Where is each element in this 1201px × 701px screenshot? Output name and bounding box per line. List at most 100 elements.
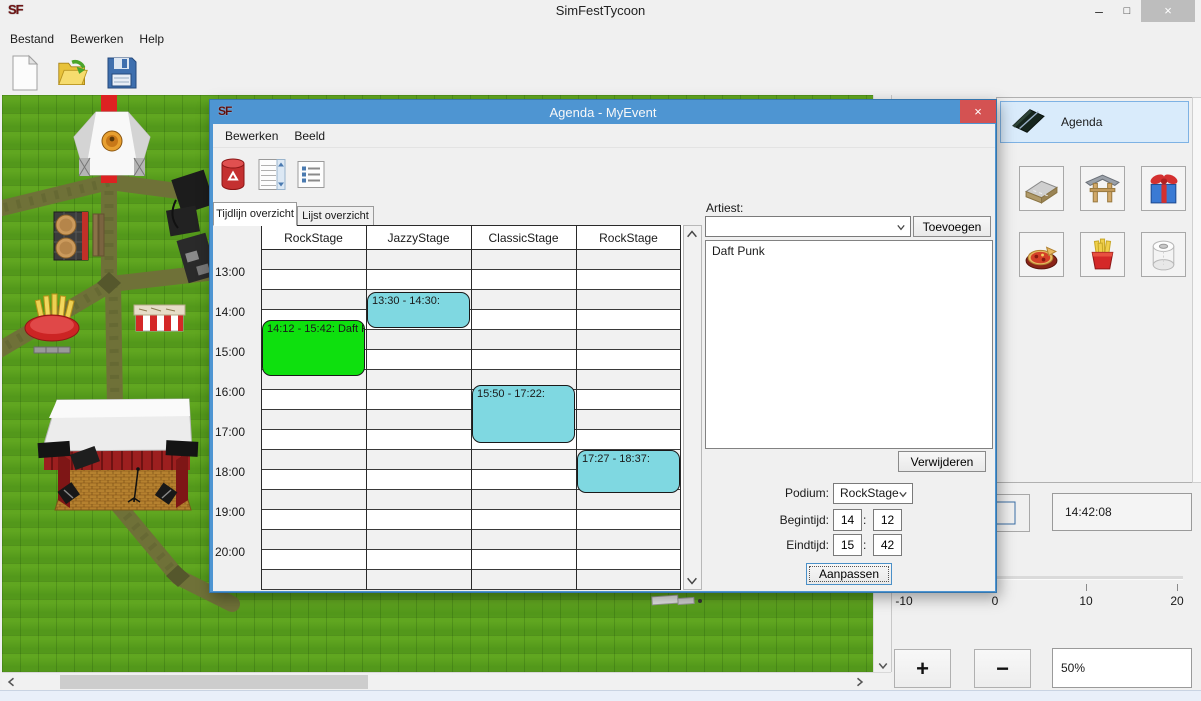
shop-item-button-gate[interactable]: [1080, 166, 1125, 211]
shop-item-button-road-tile[interactable]: [1019, 166, 1064, 211]
schedule-event[interactable]: 13:30 - 14:30:: [367, 292, 470, 328]
end-minute-input[interactable]: [873, 534, 902, 556]
grid-column-line: [576, 225, 577, 590]
schedule-event[interactable]: 15:50 - 17:22:: [472, 385, 575, 442]
shop-item-button-fries[interactable]: [1080, 232, 1125, 277]
grid-column-line: [366, 225, 367, 590]
schedule-scrollbar[interactable]: [683, 225, 702, 590]
map-fries-stand: [25, 294, 79, 353]
close-button[interactable]: ×: [1141, 0, 1195, 22]
begin-hour-input[interactable]: [833, 509, 862, 531]
tab-tijdlijn-overzicht[interactable]: Tijdlijn overzicht: [213, 202, 297, 226]
end-hour-input[interactable]: [833, 534, 862, 556]
menu-item-help[interactable]: Help: [131, 29, 172, 49]
chevron-down-icon: [898, 490, 908, 498]
sidebar-scrollbar[interactable]: [1192, 97, 1201, 483]
grid-column-line: [680, 225, 681, 590]
map-horizontal-scrollbar[interactable]: [2, 672, 891, 690]
shop-item-button-toilet-paper[interactable]: [1141, 232, 1186, 277]
podium-combobox-value: RockStage: [840, 486, 899, 500]
slider-tick-label: 20: [1170, 594, 1183, 608]
time-separator: :: [863, 513, 866, 527]
chevron-down-icon: [896, 223, 906, 231]
begin-time-label: Begintijd:: [751, 513, 829, 527]
schedule-layer: 13:30 - 14:30:14:12 - 15:42: Daft Punk 15…: [213, 225, 702, 590]
minimize-button[interactable]: –: [1085, 0, 1113, 22]
toolbar-button-save-icon[interactable]: [102, 52, 140, 94]
new-document-icon: [9, 54, 41, 92]
podium-combobox[interactable]: RockStage: [833, 483, 913, 504]
status-bar: [0, 690, 1201, 701]
scrollbar-thumb[interactable]: [60, 675, 368, 689]
scroll-left-icon[interactable]: [4, 674, 20, 690]
scroll-down-icon[interactable]: [684, 572, 700, 588]
dialog-menubar: BewerkenBeeld: [213, 124, 995, 148]
dialog-tabs: Tijdlijn overzichtLijst overzicht: [213, 202, 613, 226]
menu-item-bestand[interactable]: Bestand: [2, 29, 62, 49]
dialog-menu-item-bewerken[interactable]: Bewerken: [217, 126, 286, 146]
scroll-down-icon[interactable]: [875, 657, 891, 673]
apply-button[interactable]: Aanpassen: [806, 563, 892, 585]
menu-item-bewerken[interactable]: Bewerken: [62, 29, 131, 49]
maximize-button[interactable]: □: [1113, 0, 1141, 22]
slider-tick-label: 10: [1079, 594, 1092, 608]
artist-list-item[interactable]: Daft Punk: [710, 243, 988, 259]
sidebar-item-grid: [1019, 166, 1186, 277]
artist-listbox[interactable]: Daft Punk: [705, 240, 993, 449]
slider-tick: [1086, 584, 1087, 591]
end-time-label: Eindtijd:: [751, 538, 829, 552]
agenda-dialog: SF Agenda - MyEvent × BewerkenBeeld Tijd…: [209, 99, 997, 593]
map-burger-stand: [54, 212, 104, 260]
toolbar-button-open-folder-icon[interactable]: [54, 52, 92, 94]
list-view-icon: [297, 157, 325, 192]
schedule-event[interactable]: 14:12 - 15:42: Daft Punk: [262, 320, 365, 376]
shop-item-button-gift[interactable]: [1141, 166, 1186, 211]
zoom-in-button[interactable]: +: [894, 649, 951, 688]
begin-minute-input[interactable]: [873, 509, 902, 531]
slider-tick-label: 0: [992, 594, 999, 608]
sidebar-item-label: Agenda: [1061, 115, 1102, 129]
agenda-icon-slot: [1001, 105, 1047, 140]
dialog-toolbar: [213, 150, 995, 198]
dialog-title: Agenda - MyEvent: [210, 105, 996, 120]
delete-icon: [219, 157, 247, 192]
road-tile-icon: [1023, 170, 1060, 207]
main-titlebar: SF SimFestTycoon – □ ×: [0, 0, 1201, 22]
dialog-toolbar-button-delete-icon[interactable]: [217, 154, 249, 194]
zoom-out-button[interactable]: −: [974, 649, 1031, 688]
remove-artist-button[interactable]: Verwijderen: [898, 451, 986, 472]
toolbar-button-new-document-icon[interactable]: [6, 52, 44, 94]
fries-icon: [1084, 236, 1121, 273]
slider-tick-label: -10: [895, 594, 912, 608]
build-tools-group: [996, 97, 1193, 483]
schedule-event[interactable]: 17:27 - 18:37:: [577, 450, 680, 493]
map-tent: [74, 112, 150, 176]
map-striped-stand: [134, 305, 185, 331]
map-bench: [652, 595, 702, 605]
dialog-body: BewerkenBeeld Tijdlijn overzichtLijst ov…: [213, 124, 995, 591]
scroll-right-icon[interactable]: [851, 674, 867, 690]
timeline-view-icon: [258, 157, 286, 192]
pizza-icon: [1023, 236, 1060, 273]
dialog-close-button[interactable]: ×: [960, 100, 996, 123]
agenda-book-icon: [1009, 105, 1047, 137]
save-icon: [105, 54, 137, 92]
gate-icon: [1084, 170, 1121, 207]
add-artist-button[interactable]: Toevoegen: [913, 216, 991, 237]
scroll-up-icon[interactable]: [684, 227, 700, 243]
dialog-toolbar-button-timeline-view-icon[interactable]: [256, 154, 288, 194]
tab-lijst-overzicht[interactable]: Lijst overzicht: [297, 206, 374, 226]
game-clock: 14:42:08: [1052, 493, 1192, 531]
dialog-menu-item-beeld[interactable]: Beeld: [286, 126, 333, 146]
dialog-toolbar-button-list-view-icon[interactable]: [295, 154, 327, 194]
artist-combobox[interactable]: [705, 216, 911, 237]
artist-label: Artiest:: [706, 201, 743, 215]
open-folder-icon: [57, 54, 89, 92]
gift-icon: [1145, 170, 1182, 207]
map-stage: [38, 399, 199, 510]
shop-item-button-pizza[interactable]: [1019, 232, 1064, 277]
sidebar-item-agenda[interactable]: Agenda: [1000, 101, 1189, 143]
schedule-grid: 13:0014:0015:0016:0017:0018:0019:0020:00…: [213, 225, 702, 590]
toilet-paper-icon: [1145, 236, 1182, 273]
podium-label: Podium:: [751, 486, 829, 500]
